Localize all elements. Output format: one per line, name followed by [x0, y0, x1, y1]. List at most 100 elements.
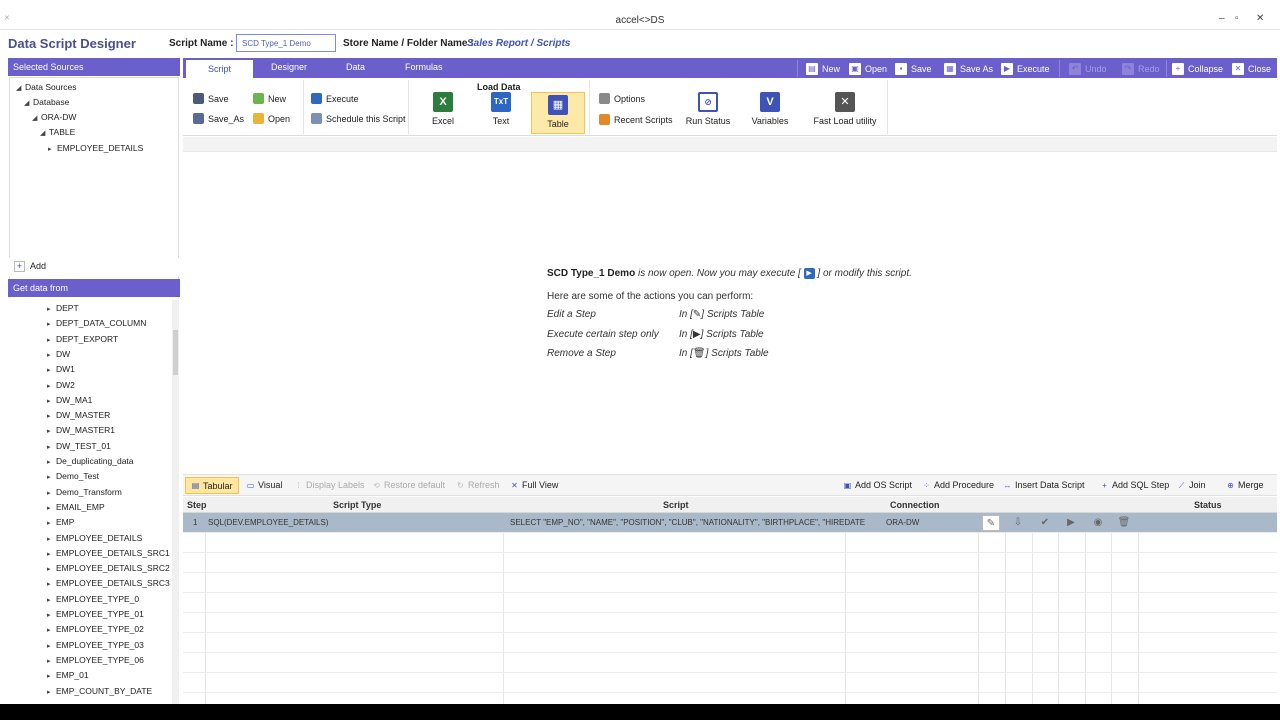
ribbon-save-as-button[interactable]: Save_As — [193, 113, 244, 124]
add-os-script-button[interactable]: ▣ Add OS Script — [843, 480, 912, 490]
tree-expand-icon[interactable]: ◢ — [32, 114, 41, 122]
tree-collapsed-icon[interactable]: ▸ — [47, 351, 56, 359]
column-script[interactable]: Script — [663, 500, 689, 510]
run-step-icon[interactable]: ▶ — [1062, 515, 1080, 531]
table-list-item[interactable]: ▸ DEPT_EXPORT — [47, 334, 118, 344]
column-script-type[interactable]: Script Type — [333, 500, 381, 510]
table-list-item[interactable]: ▸ DW_TEST_01 — [47, 441, 111, 451]
table-list-item[interactable]: ▸ EMPLOYEE_DETAILS_SRC1 — [47, 548, 170, 558]
table-list-item[interactable]: ▸ DW — [47, 349, 70, 359]
tree-expand-icon[interactable]: ◢ — [24, 99, 33, 107]
tree-expand-icon[interactable]: ◢ — [16, 84, 25, 92]
add-sql-step-button[interactable]: + Add SQL Step — [1100, 480, 1169, 490]
display-labels-button[interactable]: ⁞ Display Labels — [294, 480, 364, 490]
open-script-button[interactable]: ▣ Open — [849, 61, 887, 76]
tree-collapsed-icon[interactable]: ▸ — [47, 336, 56, 344]
load-excel-button[interactable]: X Excel — [416, 92, 470, 126]
tree-collapsed-icon[interactable]: ▸ — [47, 672, 56, 680]
table-list-item[interactable]: ▸ EMPLOYEE_DETAILS_SRC3 — [47, 578, 170, 588]
table-list-item[interactable]: ▸ DW_MASTER — [47, 410, 110, 420]
full-view-button[interactable]: ✕ Full View — [510, 480, 558, 490]
minimize-button[interactable]: – — [1219, 13, 1225, 24]
ribbon-execute-button[interactable]: Execute — [311, 93, 359, 104]
delete-step-icon[interactable]: 🗑 — [1115, 515, 1133, 531]
table-list-item[interactable]: ▸ EMPLOYEE_TYPE_0 — [47, 594, 139, 604]
tree-collapsed-icon[interactable]: ▸ — [47, 320, 56, 328]
tree-collapsed-icon[interactable]: ▸ — [47, 366, 56, 374]
table-list-item[interactable]: ▸ EMPLOYEE_DETAILS — [47, 533, 142, 543]
tree-collapsed-icon[interactable]: ▸ — [47, 611, 56, 619]
table-list-item[interactable]: ▸ EMPLOYEE_TYPE_02 — [47, 624, 144, 634]
tree-collapsed-icon[interactable]: ▸ — [47, 412, 56, 420]
merge-button[interactable]: ⊕ Merge — [1226, 480, 1263, 490]
table-list-item[interactable]: ▸ EMP — [47, 517, 74, 527]
close-script-button[interactable]: ✕ Close — [1232, 61, 1271, 76]
column-connection[interactable]: Connection — [890, 500, 940, 510]
table-list-item[interactable]: ▸ DEPT_DATA_COLUMN — [47, 318, 146, 328]
edit-step-icon[interactable]: ✎ — [982, 515, 1000, 531]
variables-button[interactable]: V Variables — [743, 92, 797, 126]
collapse-button[interactable]: + Collapse — [1172, 61, 1223, 76]
tab-designer[interactable]: Designer — [271, 62, 307, 72]
tree-collapsed-icon[interactable]: ▸ — [47, 580, 56, 588]
tree-collapsed-icon[interactable]: ▸ — [47, 382, 56, 390]
options-button[interactable]: Options — [599, 93, 645, 104]
tree-expand-icon[interactable]: ◢ — [40, 129, 49, 137]
ribbon-save-button[interactable]: Save — [193, 93, 229, 104]
table-list-scrollbar[interactable] — [172, 300, 179, 704]
undo-button[interactable]: ↶ Undo — [1069, 61, 1107, 76]
tree-collapsed-icon[interactable]: ▸ — [47, 397, 56, 405]
recent-scripts-button[interactable]: Recent Scripts — [599, 114, 673, 125]
schedule-script-button[interactable]: Schedule this Script — [311, 113, 406, 124]
tab-data[interactable]: Data — [346, 62, 365, 72]
run-status-button[interactable]: ⊘ Run Status — [680, 92, 736, 126]
table-list-item[interactable]: ▸ DW2 — [47, 380, 75, 390]
fast-load-utility-button[interactable]: ✕ Fast Load utility — [811, 92, 879, 126]
add-source-button[interactable]: + Add — [8, 258, 180, 276]
table-list-item[interactable]: ▸ DW_MASTER1 — [47, 425, 115, 435]
column-step[interactable]: Step — [187, 500, 207, 510]
table-list-item[interactable]: ▸ EMAIL_EMP — [47, 502, 105, 512]
table-list-item[interactable]: ▸ Demo_Transform — [47, 487, 122, 497]
restore-default-button[interactable]: ⟲ Restore default — [372, 480, 445, 490]
table-list-item[interactable]: ▸ DW_MA1 — [47, 395, 92, 405]
tree-collapsed-icon[interactable]: ▸ — [47, 489, 56, 497]
tree-collapsed-icon[interactable]: ▸ — [47, 657, 56, 665]
new-script-button[interactable]: ▤ New — [806, 61, 840, 76]
tree-collapsed-icon[interactable]: ▸ — [47, 458, 56, 466]
table-list-item[interactable]: ▸ De_duplicating_data — [47, 456, 134, 466]
tree-collapsed-icon[interactable]: ▸ — [47, 535, 56, 543]
script-name-input[interactable] — [236, 34, 336, 52]
table-row[interactable]: 1 SQL(DEV.EMPLOYEE_DETAILS) SELECT "EMP_… — [183, 513, 1277, 533]
maximize-button[interactable]: ▫ — [1235, 13, 1239, 24]
download-step-icon[interactable]: ⇩ — [1009, 515, 1027, 531]
tree-collapsed-icon[interactable]: ▸ — [47, 473, 56, 481]
tree-collapsed-icon[interactable]: ▸ — [47, 519, 56, 527]
tree-collapsed-icon[interactable]: ▸ — [47, 504, 56, 512]
tree-collapsed-icon[interactable]: ▸ — [47, 596, 56, 604]
tree-collapsed-icon[interactable]: ▸ — [47, 550, 56, 558]
table-list-item[interactable]: ▸ EMP_COUNT_BY_DATE — [47, 686, 152, 696]
tree-collapsed-icon[interactable]: ▸ — [47, 626, 56, 634]
join-button[interactable]: ⟋ Join — [1177, 480, 1206, 490]
tree-item-database[interactable]: ◢ Database — [24, 97, 69, 107]
tree-collapsed-icon[interactable]: ▸ — [47, 688, 56, 696]
table-list-item[interactable]: ▸ EMP_01 — [47, 670, 89, 680]
load-table-button[interactable]: ▦ Table — [531, 92, 585, 134]
tree-collapsed-icon[interactable]: ▸ — [47, 305, 56, 313]
table-list-item[interactable]: ▸ EMPLOYEE_TYPE_03 — [47, 640, 144, 650]
add-procedure-button[interactable]: ⁘ Add Procedure — [922, 480, 994, 490]
table-list-item[interactable]: ▸ DW1 — [47, 364, 75, 374]
visual-view-button[interactable]: ▭ Visual — [246, 480, 283, 490]
table-list-item[interactable]: ▸ Demo_Test — [47, 471, 99, 481]
ribbon-new-button[interactable]: New — [253, 93, 286, 104]
close-window-button[interactable]: ✕ — [1256, 13, 1264, 24]
save-script-button[interactable]: ▪ Save — [895, 61, 932, 76]
refresh-button[interactable]: ↻ Refresh — [456, 480, 499, 490]
insert-data-script-button[interactable]: ↔ Insert Data Script — [1003, 480, 1085, 490]
table-list-item[interactable]: ▸ EMPLOYEE_TYPE_06 — [47, 655, 144, 665]
table-list-item[interactable]: ▸ EMPLOYEE_DETAILS_SRC2 — [47, 563, 170, 573]
scrollbar-thumb[interactable] — [173, 330, 178, 375]
tree-collapsed-icon[interactable]: ▸ — [47, 565, 56, 573]
execute-script-button[interactable]: ▶ Execute — [1001, 61, 1050, 76]
